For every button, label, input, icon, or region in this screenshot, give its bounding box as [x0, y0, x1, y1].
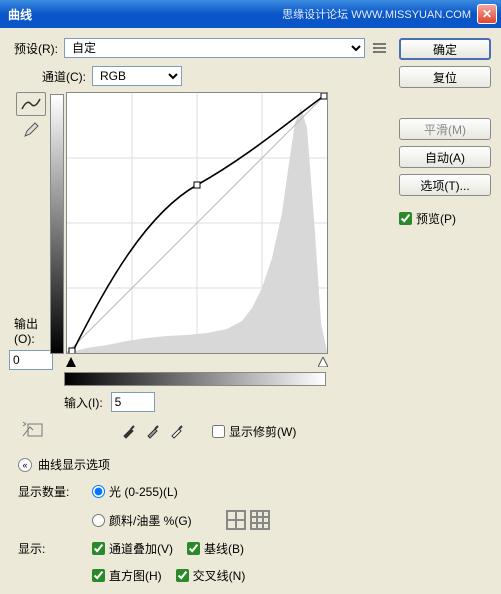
preview-label: 预览(P): [416, 210, 456, 227]
curve-tool-icon[interactable]: [16, 92, 46, 116]
window-title: 曲线: [4, 6, 282, 23]
reset-button[interactable]: 复位: [399, 66, 491, 88]
display-amount-label: 显示数量:: [18, 483, 78, 500]
auto-button[interactable]: 自动(A): [399, 146, 491, 168]
show-clipping-checkbox[interactable]: 显示修剪(W): [212, 423, 296, 440]
channel-select[interactable]: RGB: [92, 66, 182, 86]
grid-9-icon[interactable]: [250, 510, 270, 530]
black-slider-icon[interactable]: [66, 356, 76, 370]
baseline-checkbox[interactable]: 基线(B): [187, 540, 244, 557]
preview-checkbox[interactable]: 预览(P): [399, 210, 491, 227]
options-header-label: 曲线显示选项: [38, 456, 110, 473]
curve-point[interactable]: [69, 348, 75, 353]
output-label: 输出(O):: [14, 315, 48, 346]
channel-overlay-checkbox[interactable]: 通道叠加(V): [92, 540, 173, 557]
hand-tool-icon[interactable]: [79, 392, 107, 412]
white-eyedropper-icon[interactable]: [166, 420, 188, 442]
input-field[interactable]: [111, 392, 155, 412]
titlebar: 曲线 思缘设计论坛 WWW.MISSYUAN.COM ✕: [0, 0, 501, 28]
show-clipping-label: 显示修剪(W): [229, 423, 296, 440]
pigment-radio[interactable]: 颜料/油墨 %(G): [92, 512, 192, 529]
grid-4-icon[interactable]: [226, 510, 246, 530]
black-eyedropper-icon[interactable]: [118, 420, 140, 442]
smooth-button[interactable]: 平滑(M): [399, 118, 491, 140]
horizontal-gradient: [64, 372, 326, 386]
channel-label: 通道(C):: [42, 68, 86, 85]
close-icon[interactable]: ✕: [477, 4, 497, 24]
gray-eyedropper-icon[interactable]: [142, 420, 164, 442]
curves-graph[interactable]: [66, 92, 328, 354]
preset-label: 预设(R):: [14, 40, 58, 57]
curve-point[interactable]: [321, 93, 327, 99]
light-radio[interactable]: 光 (0-255)(L): [92, 483, 178, 500]
ok-button[interactable]: 确定: [399, 38, 491, 60]
pencil-tool-icon[interactable]: [23, 122, 39, 141]
curve-point[interactable]: [194, 182, 200, 188]
white-slider-icon[interactable]: [318, 356, 328, 370]
watermark-text: 思缘设计论坛 WWW.MISSYUAN.COM: [282, 6, 471, 22]
preset-select[interactable]: 自定: [64, 38, 365, 58]
preset-menu-icon[interactable]: [371, 39, 389, 57]
display-label: 显示:: [18, 540, 78, 557]
collapse-toggle-icon[interactable]: «: [18, 458, 32, 472]
on-image-tool-icon[interactable]: [20, 421, 46, 442]
output-field[interactable]: [9, 350, 53, 370]
vertical-gradient: [50, 94, 64, 354]
options-button[interactable]: 选项(T)...: [399, 174, 491, 196]
